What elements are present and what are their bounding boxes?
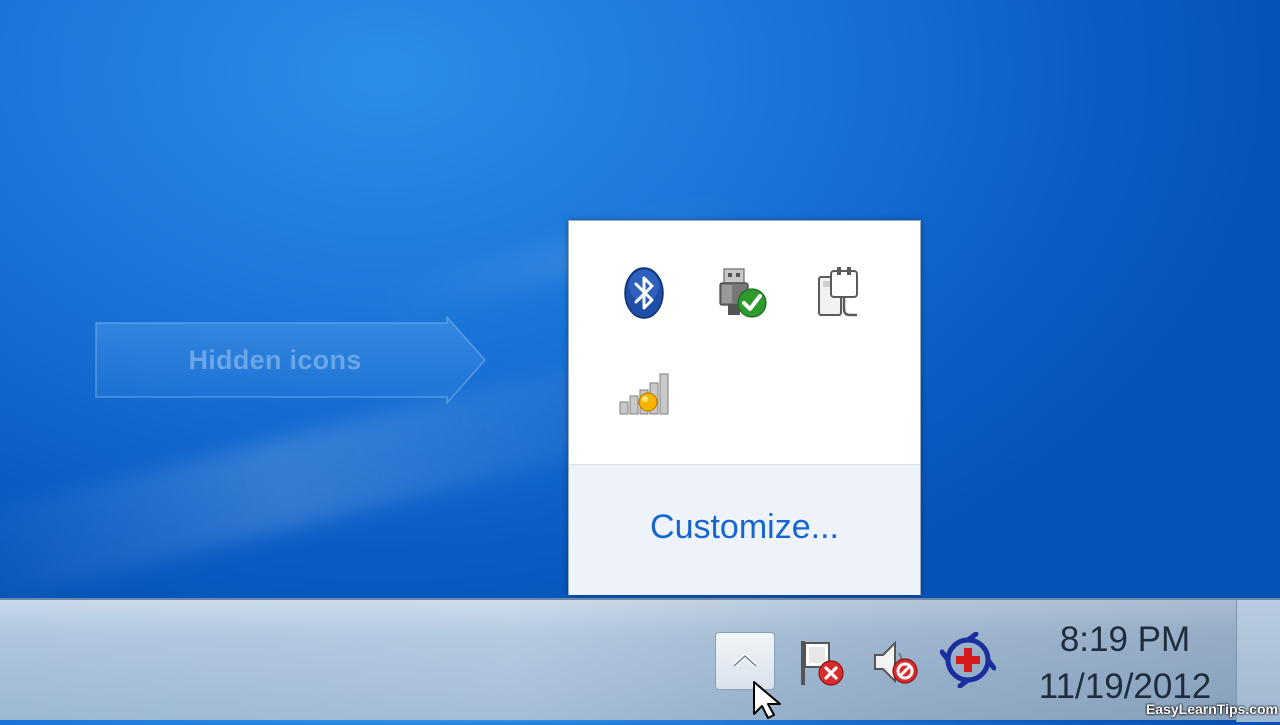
flyout-footer: Customize... xyxy=(569,464,920,595)
volume-muted-icon[interactable] xyxy=(868,634,924,690)
system-clock[interactable]: 8:19 PM 11/19/2012 xyxy=(1020,614,1230,714)
callout-label: Hidden icons xyxy=(188,344,362,375)
wireless-signal-icon[interactable] xyxy=(614,364,674,424)
network-globe-icon[interactable] xyxy=(940,632,996,688)
power-plug-icon[interactable] xyxy=(808,263,868,323)
hidden-icons-callout: Hidden icons xyxy=(95,316,487,404)
customize-link[interactable]: Customize... xyxy=(650,508,839,547)
taskbar: 8:19 PM 11/19/2012 xyxy=(0,598,1280,722)
clock-time: 8:19 PM xyxy=(1059,620,1191,659)
bluetooth-icon[interactable] xyxy=(614,263,674,323)
safely-remove-hardware-icon[interactable] xyxy=(711,263,771,323)
notification-overflow-flyout: Customize... xyxy=(568,220,921,595)
hidden-icons-grid xyxy=(569,221,920,464)
chevron-up-icon xyxy=(732,654,758,668)
mouse-cursor-icon xyxy=(752,680,788,725)
watermark: EasyLearnTips.com xyxy=(1145,701,1278,717)
action-center-flag-icon[interactable] xyxy=(794,634,850,690)
